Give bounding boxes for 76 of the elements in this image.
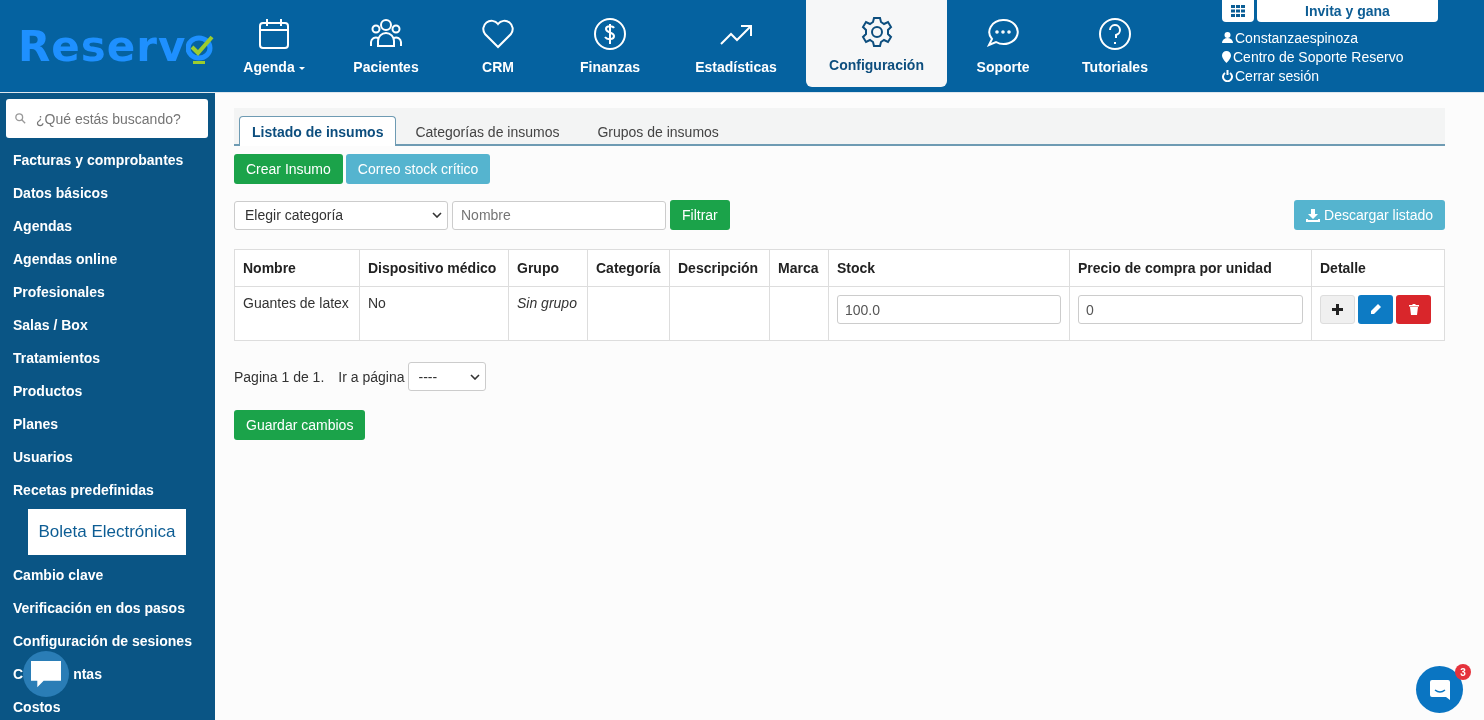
support-link[interactable]: Centro de Soporte Reservo [1233, 48, 1404, 65]
calendar-icon [257, 17, 291, 51]
sidebar-item[interactable]: Planes [13, 415, 59, 432]
column-header: Grupo [508, 249, 588, 287]
sidebar-item[interactable]: Salas / Box [13, 316, 88, 333]
nav-tab[interactable]: Finanzas [554, 0, 666, 92]
nav-tab[interactable]: Agenda [218, 0, 330, 92]
table-cell: Guantes de latex [243, 295, 349, 311]
add-button[interactable] [1320, 295, 1355, 324]
nav-tab[interactable]: CRM [442, 0, 554, 92]
delete-button[interactable] [1396, 295, 1431, 324]
sidebar-item[interactable]: Recetas predefinidas [13, 481, 154, 498]
power-icon [1222, 69, 1233, 82]
tab[interactable]: Categorías de insumos [396, 116, 579, 144]
column-header: Precio de compra por unidad [1069, 249, 1312, 287]
pagination-text: Pagina 1 de 1. [234, 368, 325, 385]
edit-button[interactable] [1358, 295, 1393, 324]
username-link[interactable]: Constanzaespinoza [1235, 29, 1358, 46]
nav-tab[interactable]: Configuración [806, 0, 947, 87]
trash-icon [1408, 304, 1419, 315]
table-cell: No [368, 295, 386, 311]
name-field[interactable]: Nombre [452, 200, 666, 230]
sidebar-item[interactable]: C [13, 665, 24, 682]
stock-field[interactable]: 100.0 [837, 295, 1061, 324]
nav-tab[interactable]: Estadísticas [666, 0, 806, 92]
tab[interactable]: Listado de insumos [239, 116, 397, 146]
price-field[interactable]: 0 [1078, 295, 1303, 324]
chevron-icon [470, 373, 481, 380]
nav-tab[interactable]: Tutoriales [1059, 0, 1171, 92]
map-pin-icon [1222, 50, 1231, 63]
column-header: Nombre [234, 249, 360, 287]
chat-button[interactable] [23, 651, 69, 697]
grid-icon [1231, 5, 1245, 17]
sidebar-item[interactable]: Agendas online [13, 250, 118, 267]
sidebar-item[interactable]: Tratamientos [13, 349, 101, 366]
sidebar-item[interactable]: Usuarios [13, 448, 73, 465]
chevron-icon [432, 212, 442, 218]
nav-tab[interactable]: Pacientes [330, 0, 442, 92]
heart-icon [481, 17, 515, 51]
sidebar-item[interactable]: ntas [73, 665, 102, 682]
goto-label: Ir a página [338, 368, 405, 385]
page-select[interactable]: ---- [408, 362, 487, 391]
sidebar-item[interactable]: Cambio clave [13, 566, 104, 583]
column-header: Stock [828, 249, 1070, 287]
apps-button[interactable] [1222, 0, 1254, 22]
sidebar-item[interactable]: Configuración de sesiones [13, 632, 192, 649]
gear-icon [859, 14, 894, 49]
dollar-icon [593, 17, 627, 51]
user-icon [1222, 32, 1233, 43]
column-header: Dispositivo médico [359, 249, 509, 287]
sidebar-item[interactable]: Agendas [13, 217, 73, 234]
column-header: Categoría [587, 249, 670, 287]
speech-bubble-icon [31, 660, 61, 688]
search-field[interactable]: ¿Qué estás buscando? [6, 99, 208, 138]
column-header: Marca [769, 249, 829, 287]
help-icon [1098, 17, 1132, 51]
sidebar-item[interactable]: Datos básicos [13, 184, 108, 201]
sidebar-item[interactable]: Facturas y comprobantes [13, 151, 184, 168]
category-select[interactable]: Elegir categoría [234, 200, 448, 230]
search-icon [15, 112, 26, 125]
logout-link[interactable]: Cerrar sesión [1235, 67, 1320, 84]
column-header: Descripción [669, 249, 770, 287]
sidebar-item[interactable]: Productos [13, 382, 83, 399]
sidebar-item[interactable]: Profesionales [13, 283, 105, 300]
message-icon [1429, 679, 1450, 700]
pencil-icon [1370, 304, 1381, 315]
column-header: Detalle [1311, 249, 1445, 287]
sidebar-item[interactable]: Verificación en dos pasos [13, 599, 185, 616]
tab[interactable]: Grupos de insumos [578, 116, 738, 144]
plus-icon [1332, 304, 1343, 315]
download-icon [1306, 208, 1321, 222]
nav-tab[interactable]: Soporte [947, 0, 1059, 92]
table-cell: Sin grupo [517, 295, 577, 311]
invite-button[interactable]: Invita y gana [1257, 0, 1438, 22]
sidebar-item[interactable]: Costos [13, 698, 61, 715]
logo-text: Reserv [18, 21, 187, 71]
